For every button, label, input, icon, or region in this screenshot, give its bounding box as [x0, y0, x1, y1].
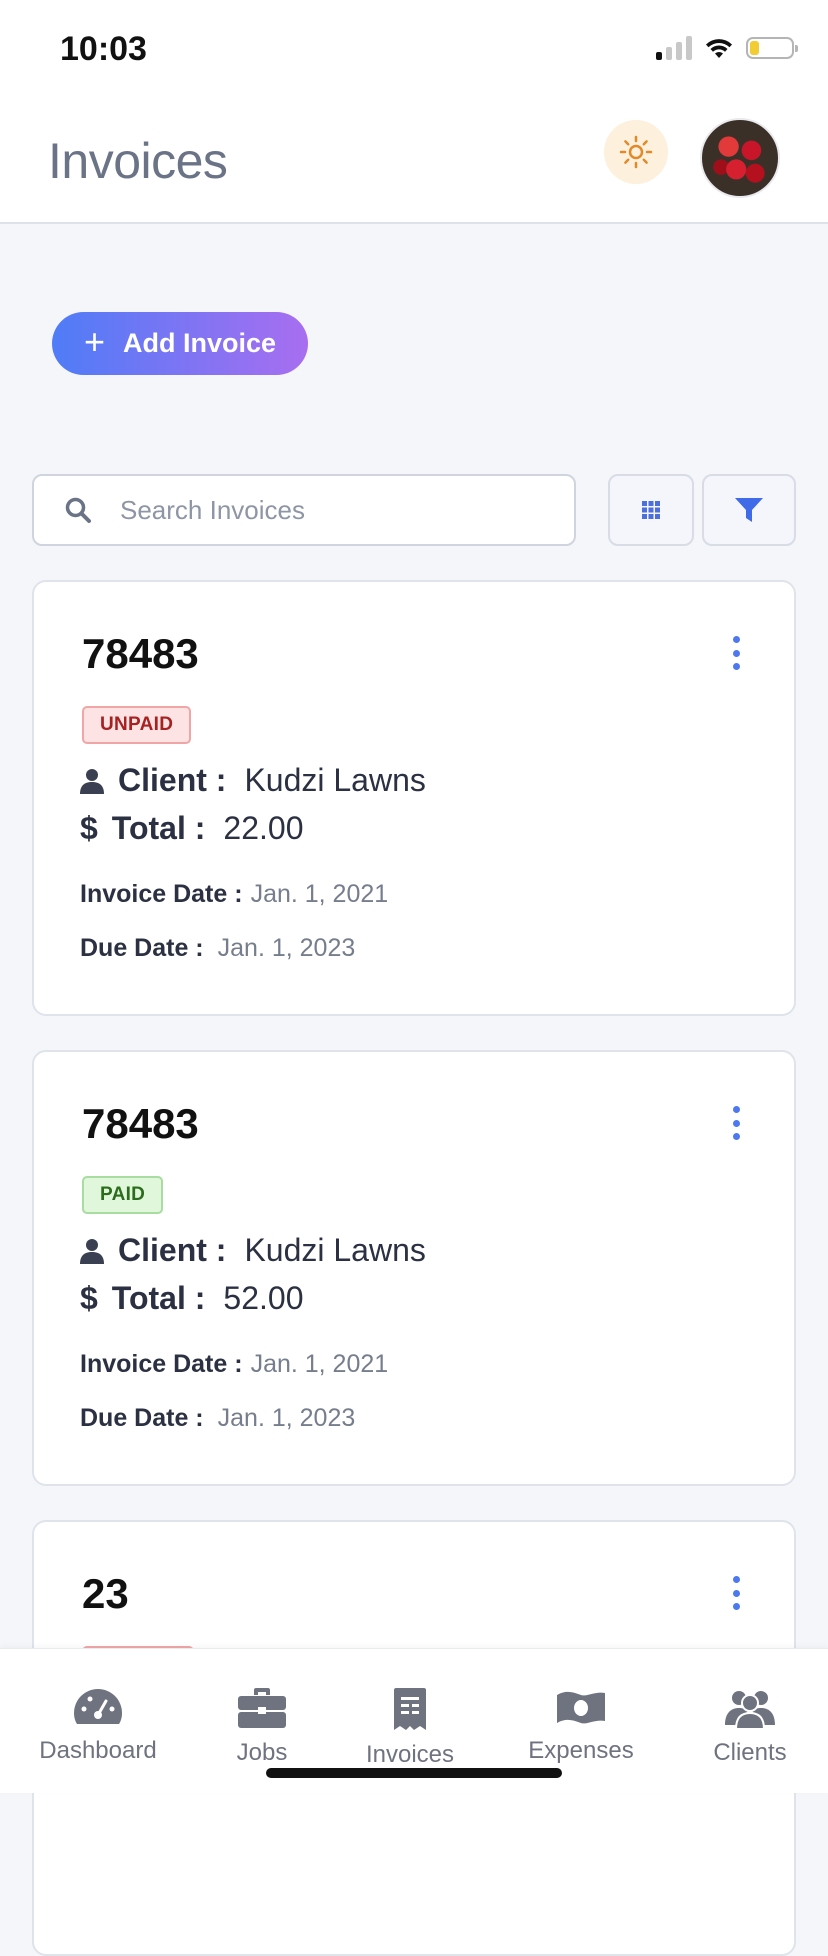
total-row: $ Total : 52.00: [80, 1280, 303, 1317]
user-avatar[interactable]: [700, 118, 780, 198]
grid-view-button[interactable]: [608, 474, 694, 546]
user-icon: [80, 1238, 104, 1264]
dollar-icon: $: [80, 1280, 98, 1316]
more-options-icon[interactable]: [726, 1106, 746, 1140]
invoice-date-label: Invoice Date :: [80, 1350, 243, 1378]
dollar-icon: $: [80, 810, 98, 846]
battery-icon: [746, 37, 798, 59]
nav-clients[interactable]: Clients: [702, 1687, 798, 1767]
invoice-card[interactable]: 78483 UNPAID Client : Kudzi Lawns $ Tota…: [32, 580, 796, 1016]
due-date-value: Jan. 1, 2023: [217, 934, 356, 962]
app-header: Invoices: [0, 96, 828, 224]
cellular-signal-icon: [656, 36, 692, 60]
due-date-row: Due Date : Jan. 1, 2023: [80, 934, 355, 963]
add-invoice-button[interactable]: + Add Invoice: [52, 312, 308, 375]
status-badge: UNPAID: [82, 706, 192, 744]
client-label: Client :: [118, 762, 227, 798]
invoice-number: 78483: [82, 630, 199, 677]
sun-icon: [619, 135, 653, 169]
client-row: Client : Kudzi Lawns: [80, 1232, 426, 1269]
grid-icon: [642, 501, 660, 519]
client-row: Client : Kudzi Lawns: [80, 762, 426, 799]
nav-label: Expenses: [528, 1737, 634, 1764]
invoice-date-row: Invoice Date : Jan. 1, 2021: [80, 880, 388, 909]
nav-label: Invoices: [365, 1741, 455, 1768]
nav-invoices[interactable]: Invoices: [360, 1687, 460, 1769]
total-label: Total :: [111, 1280, 206, 1316]
invoice-date-row: Invoice Date : Jan. 1, 2021: [80, 1350, 388, 1379]
total-value: 52.00: [223, 1280, 304, 1316]
search-box: [32, 474, 576, 546]
home-indicator: [266, 1768, 562, 1778]
invoice-number: 78483: [82, 1100, 199, 1147]
status-time: 10:03: [60, 30, 147, 68]
nav-expenses[interactable]: Expenses: [526, 1687, 636, 1765]
more-options-icon[interactable]: [726, 636, 746, 670]
search-icon: [65, 497, 91, 523]
user-icon: [80, 768, 104, 794]
total-row: $ Total : 22.00: [80, 810, 303, 847]
status-icons: [656, 36, 798, 60]
client-label: Client :: [118, 1232, 227, 1268]
nav-label: Jobs: [236, 1739, 288, 1766]
nav-label: Dashboard: [39, 1737, 157, 1764]
client-name: Kudzi Lawns: [244, 1232, 426, 1268]
filter-icon: [735, 498, 763, 522]
status-badge: PAID: [82, 1176, 164, 1214]
add-invoice-label: Add Invoice: [123, 328, 277, 358]
page-title: Invoices: [48, 133, 228, 189]
status-bar: 10:03: [0, 0, 828, 96]
invoice-number: 23: [82, 1570, 129, 1617]
total-value: 22.00: [223, 810, 304, 846]
nav-dashboard[interactable]: Dashboard: [38, 1687, 158, 1765]
total-label: Total :: [111, 810, 206, 846]
money-icon: [557, 1691, 605, 1724]
client-name: Kudzi Lawns: [244, 762, 426, 798]
invoice-card[interactable]: 78483 PAID Client : Kudzi Lawns $ Total …: [32, 1050, 796, 1486]
due-date-value: Jan. 1, 2023: [217, 1404, 356, 1432]
due-date-label: Due Date :: [80, 934, 204, 962]
receipt-icon: [394, 1688, 426, 1730]
due-date-row: Due Date : Jan. 1, 2023: [80, 1404, 355, 1433]
users-icon: [725, 1691, 775, 1729]
wifi-icon: [706, 39, 732, 58]
plus-icon: +: [83, 320, 105, 362]
due-date-label: Due Date :: [80, 1404, 204, 1432]
theme-toggle-button[interactable]: [604, 120, 668, 184]
filter-button[interactable]: [702, 474, 796, 546]
search-input[interactable]: [118, 493, 542, 527]
briefcase-icon: [238, 1688, 286, 1728]
invoice-date-value: Jan. 1, 2021: [250, 880, 389, 908]
invoice-date-label: Invoice Date :: [80, 880, 243, 908]
gauge-icon: [74, 1689, 122, 1724]
nav-jobs[interactable]: Jobs: [222, 1687, 302, 1767]
more-options-icon[interactable]: [726, 1576, 746, 1610]
invoice-date-value: Jan. 1, 2021: [250, 1350, 389, 1378]
nav-label: Clients: [713, 1739, 787, 1766]
